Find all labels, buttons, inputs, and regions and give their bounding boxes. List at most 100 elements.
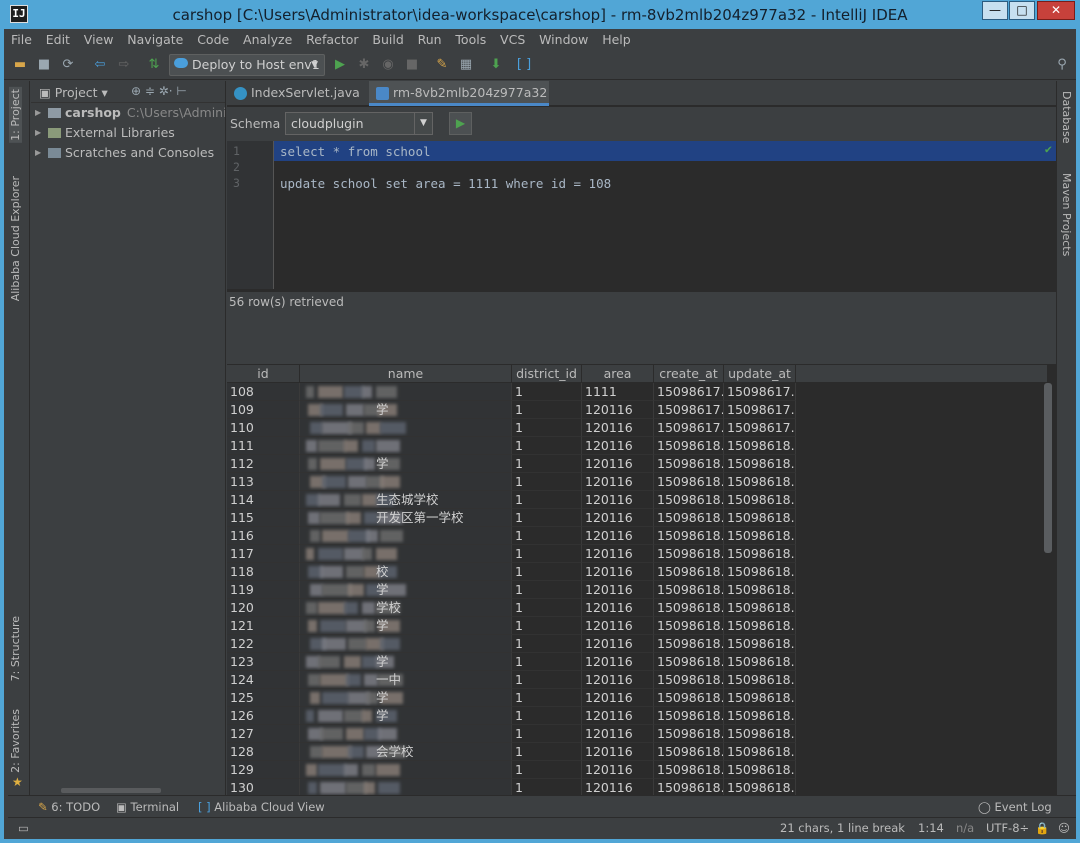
cell-create-at[interactable]: 15098617... <box>654 383 724 401</box>
menu-edit[interactable]: Edit <box>39 29 73 47</box>
cell-name[interactable]: 生态城学校 <box>300 491 512 509</box>
cell-district-id[interactable]: 1 <box>512 563 582 581</box>
cell-name[interactable]: 学 <box>300 581 512 599</box>
table-row[interactable]: 127112011615098618...15098618... <box>227 725 1047 743</box>
cell-update-at[interactable]: 15098618... <box>724 689 796 707</box>
menu-refactor[interactable]: Refactor <box>299 29 361 47</box>
cell-create-at[interactable]: 15098618... <box>654 563 724 581</box>
cell-district-id[interactable]: 1 <box>512 545 582 563</box>
table-row[interactable]: 120学校112011615098618...15098618... <box>227 599 1047 617</box>
cell-district-id[interactable]: 1 <box>512 437 582 455</box>
database-tool-tab[interactable]: Database <box>1060 91 1073 144</box>
event-log-tool-tab[interactable]: ◯ Event Log <box>978 800 1052 814</box>
cell-id[interactable]: 115 <box>227 509 300 527</box>
cell-district-id[interactable]: 1 <box>512 779 582 795</box>
menu-run[interactable]: Run <box>411 29 445 47</box>
menu-help[interactable]: Help <box>595 29 634 47</box>
table-row[interactable]: 110112011615098617...15098617... <box>227 419 1047 437</box>
menu-analyze[interactable]: Analyze <box>236 29 295 47</box>
todo-tool-tab[interactable]: ✎ 6: TODO <box>38 800 100 814</box>
cell-area[interactable]: 120116 <box>582 581 654 599</box>
cell-district-id[interactable]: 1 <box>512 383 582 401</box>
cell-create-at[interactable]: 15098618... <box>654 581 724 599</box>
cell-name[interactable] <box>300 725 512 743</box>
cell-id[interactable]: 112 <box>227 455 300 473</box>
settings-wrench-icon[interactable]: ✎ <box>434 57 450 73</box>
table-row[interactable]: 111112011615098618...15098618... <box>227 437 1047 455</box>
menu-window[interactable]: Window <box>532 29 591 47</box>
cell-create-at[interactable]: 15098617... <box>654 401 724 419</box>
lock-icon[interactable]: 🔒 <box>1035 821 1049 835</box>
cell-district-id[interactable]: 1 <box>512 635 582 653</box>
cell-create-at[interactable]: 15098618... <box>654 491 724 509</box>
structure-tool-tab[interactable]: 7: Structure <box>9 616 22 681</box>
cell-update-at[interactable]: 15098618... <box>724 671 796 689</box>
cell-area[interactable]: 120116 <box>582 419 654 437</box>
menu-build[interactable]: Build <box>365 29 406 47</box>
sync-icon[interactable]: ⟳ <box>60 57 76 73</box>
cell-update-at[interactable]: 15098618... <box>724 491 796 509</box>
cell-name[interactable] <box>300 779 512 795</box>
column-header-name[interactable]: name <box>300 365 512 382</box>
cell-create-at[interactable]: 15098618... <box>654 599 724 617</box>
cell-area[interactable]: 120116 <box>582 743 654 761</box>
cell-create-at[interactable]: 15098618... <box>654 635 724 653</box>
cell-district-id[interactable]: 1 <box>512 491 582 509</box>
table-row[interactable]: 130112011615098618...15098618... <box>227 779 1047 795</box>
cell-create-at[interactable]: 15098618... <box>654 473 724 491</box>
cell-id[interactable]: 114 <box>227 491 300 509</box>
cell-name[interactable]: 学 <box>300 401 512 419</box>
cell-id[interactable]: 127 <box>227 725 300 743</box>
minimize-button[interactable]: — <box>982 1 1008 20</box>
cell-id[interactable]: 129 <box>227 761 300 779</box>
table-row[interactable]: 119学112011615098618...15098618... <box>227 581 1047 599</box>
cell-id[interactable]: 125 <box>227 689 300 707</box>
table-row[interactable]: 114生态城学校112011615098618...15098618... <box>227 491 1047 509</box>
cell-create-at[interactable]: 15098618... <box>654 743 724 761</box>
cell-id[interactable]: 110 <box>227 419 300 437</box>
cell-update-at[interactable]: 15098618... <box>724 455 796 473</box>
cell-update-at[interactable]: 15098618... <box>724 545 796 563</box>
line-separator-status[interactable]: n/a <box>956 821 974 835</box>
cell-area[interactable]: 120116 <box>582 617 654 635</box>
cell-id[interactable]: 126 <box>227 707 300 725</box>
cell-create-at[interactable]: 15098618... <box>654 527 724 545</box>
cell-name[interactable]: 学 <box>300 653 512 671</box>
debug-icon[interactable]: ✱ <box>356 57 372 73</box>
cell-district-id[interactable]: 1 <box>512 725 582 743</box>
cell-update-at[interactable]: 15098618... <box>724 509 796 527</box>
cell-id[interactable]: 123 <box>227 653 300 671</box>
cell-create-at[interactable]: 15098618... <box>654 707 724 725</box>
cell-id[interactable]: 111 <box>227 437 300 455</box>
cell-id[interactable]: 116 <box>227 527 300 545</box>
cell-create-at[interactable]: 15098618... <box>654 761 724 779</box>
cell-update-at[interactable]: 15098618... <box>724 563 796 581</box>
table-row[interactable]: 113112011615098618...15098618... <box>227 473 1047 491</box>
table-row[interactable]: 123学112011615098618...15098618... <box>227 653 1047 671</box>
table-row[interactable]: 1081111115098617...15098617... <box>227 383 1047 401</box>
save-icon[interactable]: ■ <box>36 57 52 73</box>
cell-create-at[interactable]: 15098618... <box>654 779 724 795</box>
schema-select[interactable]: cloudplugin ▼ <box>285 112 433 135</box>
cell-district-id[interactable]: 1 <box>512 581 582 599</box>
cell-update-at[interactable]: 15098618... <box>724 779 796 795</box>
cell-name[interactable]: 学 <box>300 689 512 707</box>
cell-district-id[interactable]: 1 <box>512 707 582 725</box>
cell-update-at[interactable]: 15098617... <box>724 383 796 401</box>
cell-update-at[interactable]: 15098618... <box>724 437 796 455</box>
cell-area[interactable]: 1111 <box>582 383 654 401</box>
cell-area[interactable]: 120116 <box>582 473 654 491</box>
maven-projects-tool-tab[interactable]: Maven Projects <box>1060 173 1073 256</box>
table-row[interactable]: 129112011615098618...15098618... <box>227 761 1047 779</box>
cell-create-at[interactable]: 15098618... <box>654 455 724 473</box>
tab-console-rm[interactable]: rm-8vb2mlb204z977a32 ✕ <box>369 81 549 124</box>
cell-create-at[interactable]: 15098618... <box>654 689 724 707</box>
table-row[interactable]: 115开发区第一学校112011615098618...15098618... <box>227 509 1047 527</box>
stop-icon[interactable]: ■ <box>404 57 420 73</box>
cell-create-at[interactable]: 15098618... <box>654 653 724 671</box>
cell-district-id[interactable]: 1 <box>512 599 582 617</box>
cell-update-at[interactable]: 15098618... <box>724 527 796 545</box>
cell-name[interactable]: 一中 <box>300 671 512 689</box>
cell-id[interactable]: 128 <box>227 743 300 761</box>
panel-settings-icons[interactable]: ⊕ ≑ ✲· ⊢ <box>131 84 187 98</box>
